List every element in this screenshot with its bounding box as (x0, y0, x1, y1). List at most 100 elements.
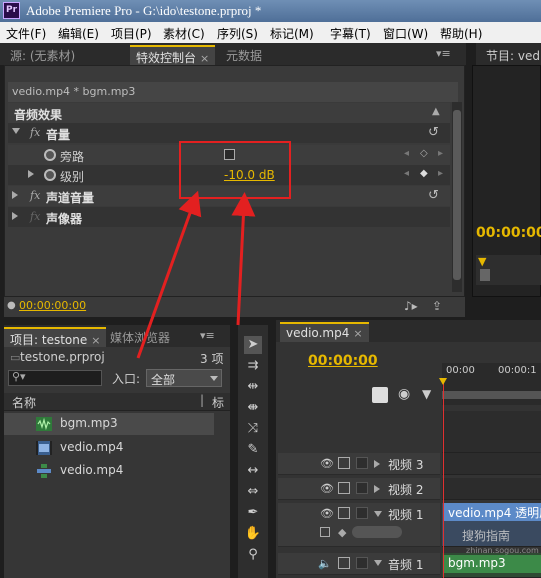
menu-title[interactable]: 字幕(T) (330, 25, 371, 42)
reset-icon[interactable]: ↺ (428, 125, 439, 140)
effect-volume[interactable]: fx 音量 ↺ (8, 123, 450, 143)
playhead-marker-icon[interactable] (439, 378, 447, 385)
rate-stretch-tool-icon[interactable]: ⤨ (244, 420, 262, 438)
keyframe-icon[interactable]: ◆ (420, 168, 428, 179)
fx-icon[interactable]: fx (30, 126, 40, 139)
timeline-timecode[interactable]: 00:00:00 (308, 353, 378, 369)
keyframe-nav[interactable] (352, 526, 402, 538)
export-icon[interactable]: ⇪ (432, 299, 442, 313)
column-divider[interactable]: | (200, 393, 204, 407)
keyframe-add-icon[interactable]: ◇ (420, 148, 428, 159)
tab-effect-controls[interactable]: 特效控制台 × (130, 45, 216, 65)
expand-triangle-icon[interactable] (12, 128, 20, 134)
reset-icon[interactable]: ↺ (428, 188, 439, 203)
eye-icon[interactable]: 👁 (320, 507, 334, 520)
expand-triangle-icon[interactable] (12, 212, 18, 220)
snap-icon[interactable] (372, 387, 388, 403)
ripple-edit-tool-icon[interactable]: ⇹ (244, 378, 262, 396)
project-item[interactable]: vedio.mp4 (4, 460, 214, 482)
pen-tool-icon[interactable]: ✒ (244, 504, 262, 522)
scrollbar-thumb[interactable] (453, 110, 461, 280)
menu-file[interactable]: 文件(F) (6, 25, 46, 42)
track-video-1[interactable]: 👁 视频 1 ◆ (278, 503, 440, 547)
scroll-up-icon[interactable]: ▲ (432, 106, 440, 117)
clip-name: vedio.mp4 (448, 506, 512, 520)
timeline-ruler[interactable]: 00:00 00:00:1 (442, 363, 541, 405)
menu-help[interactable]: 帮助(H) (440, 25, 482, 42)
lock-icon[interactable] (356, 507, 368, 519)
expand-triangle-icon[interactable] (374, 460, 380, 468)
filmstrip-icon[interactable] (338, 557, 350, 569)
tab-program[interactable]: 节目: ved (480, 45, 541, 65)
keyframe-prev-icon[interactable]: ◂ (404, 148, 409, 159)
program-ruler[interactable]: ▼ (476, 255, 541, 285)
work-area-bar[interactable] (442, 391, 541, 399)
track-audio-1[interactable]: 🔈 音频 1 (278, 553, 440, 575)
menu-edit[interactable]: 编辑(E) (58, 25, 99, 42)
track-video-3[interactable]: 👁 视频 3 (278, 453, 440, 475)
project-item[interactable]: bgm.mp3 (4, 413, 214, 435)
slide-tool-icon[interactable]: ⇔ (244, 483, 262, 501)
expand-triangle-icon[interactable] (374, 485, 380, 493)
eye-icon[interactable]: 👁 (320, 482, 334, 495)
hand-tool-icon[interactable]: ✋ (244, 525, 262, 543)
expand-triangle-icon[interactable] (12, 191, 18, 199)
slip-tool-icon[interactable]: ↔ (244, 462, 262, 480)
panel-menu-icon[interactable]: ▾≡ (436, 47, 451, 60)
close-icon[interactable]: × (91, 334, 100, 347)
search-input[interactable]: ⚲▾ (8, 370, 102, 386)
playhead-marker-icon[interactable]: ▼ (478, 255, 486, 268)
stopwatch-icon[interactable] (44, 169, 56, 181)
column-name[interactable]: 名称 (12, 394, 36, 411)
menu-project[interactable]: 项目(P) (111, 25, 152, 42)
close-icon[interactable]: × (200, 52, 209, 65)
zoom-tool-icon[interactable]: ⚲ (244, 546, 262, 564)
tab-source[interactable]: 源: (无素材) (4, 45, 81, 65)
effect-controls-scrollbar[interactable] (452, 102, 462, 292)
play-audio-icon[interactable]: ♪▸ (404, 299, 418, 313)
filmstrip-icon[interactable] (338, 482, 350, 494)
stopwatch-icon[interactable] (44, 149, 56, 161)
audio-clip[interactable]: bgm.mp3 (444, 555, 541, 573)
close-icon[interactable]: × (353, 327, 362, 340)
razor-tool-icon[interactable]: ✎ (244, 441, 262, 459)
filmstrip-icon[interactable] (338, 507, 350, 519)
column-label[interactable]: 标 (212, 394, 224, 411)
eye-icon[interactable]: 👁 (320, 457, 334, 470)
lock-icon[interactable] (356, 557, 368, 569)
menu-sequence[interactable]: 序列(S) (217, 25, 258, 42)
fx-icon[interactable]: fx (30, 210, 40, 223)
tab-metadata[interactable]: 元数据 (220, 45, 268, 65)
lock-icon[interactable] (356, 482, 368, 494)
expand-triangle-icon[interactable] (28, 170, 34, 178)
filmstrip-icon[interactable] (338, 457, 350, 469)
keyframe-next-icon[interactable]: ▸ (438, 148, 443, 159)
keyframe-prev-icon[interactable]: ◂ (404, 168, 409, 179)
tab-sequence[interactable]: vedio.mp4 × (280, 322, 369, 342)
tab-project[interactable]: 项目: testone × (4, 327, 107, 347)
track-video-2[interactable]: 👁 视频 2 (278, 478, 440, 500)
menu-window[interactable]: 窗口(W) (383, 25, 428, 42)
keyframe-icon[interactable]: ◆ (338, 526, 346, 539)
track-lane[interactable] (442, 478, 541, 500)
speaker-icon[interactable]: 🔈 (318, 557, 332, 570)
keyframe-next-icon[interactable]: ▸ (438, 168, 443, 179)
lock-icon[interactable] (356, 457, 368, 469)
timeline-playhead[interactable] (443, 380, 444, 578)
track-lane[interactable] (442, 453, 541, 475)
rolling-edit-tool-icon[interactable]: ⇼ (244, 399, 262, 417)
expand-triangle-icon[interactable] (374, 560, 382, 566)
fx-icon[interactable]: fx (30, 189, 40, 202)
video-clip[interactable]: vedio.mp4 透明度 (444, 503, 541, 521)
effect-timecode[interactable]: 00:00:00:00 (19, 299, 86, 312)
zoom-handle[interactable] (480, 269, 490, 281)
menu-marker[interactable]: 标记(M) (270, 25, 314, 42)
program-timecode[interactable]: 00:00:00: (476, 225, 541, 241)
expand-triangle-icon[interactable] (374, 511, 382, 517)
entry-select[interactable]: 全部 (146, 369, 222, 387)
display-style-icon[interactable] (320, 527, 330, 537)
marker-bulb-icon[interactable]: ◉ (398, 386, 410, 402)
menu-clip[interactable]: 素材(C) (163, 25, 205, 42)
project-item[interactable]: vedio.mp4 (4, 437, 214, 459)
add-marker-icon[interactable]: ▼ (422, 387, 431, 401)
